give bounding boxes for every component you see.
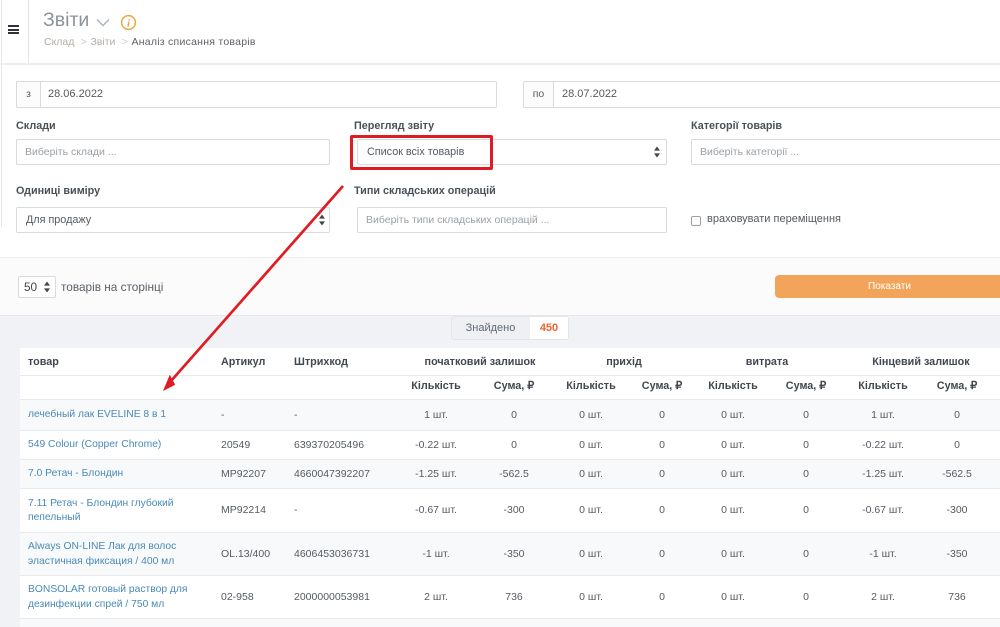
svg-text:i: i — [127, 18, 131, 30]
